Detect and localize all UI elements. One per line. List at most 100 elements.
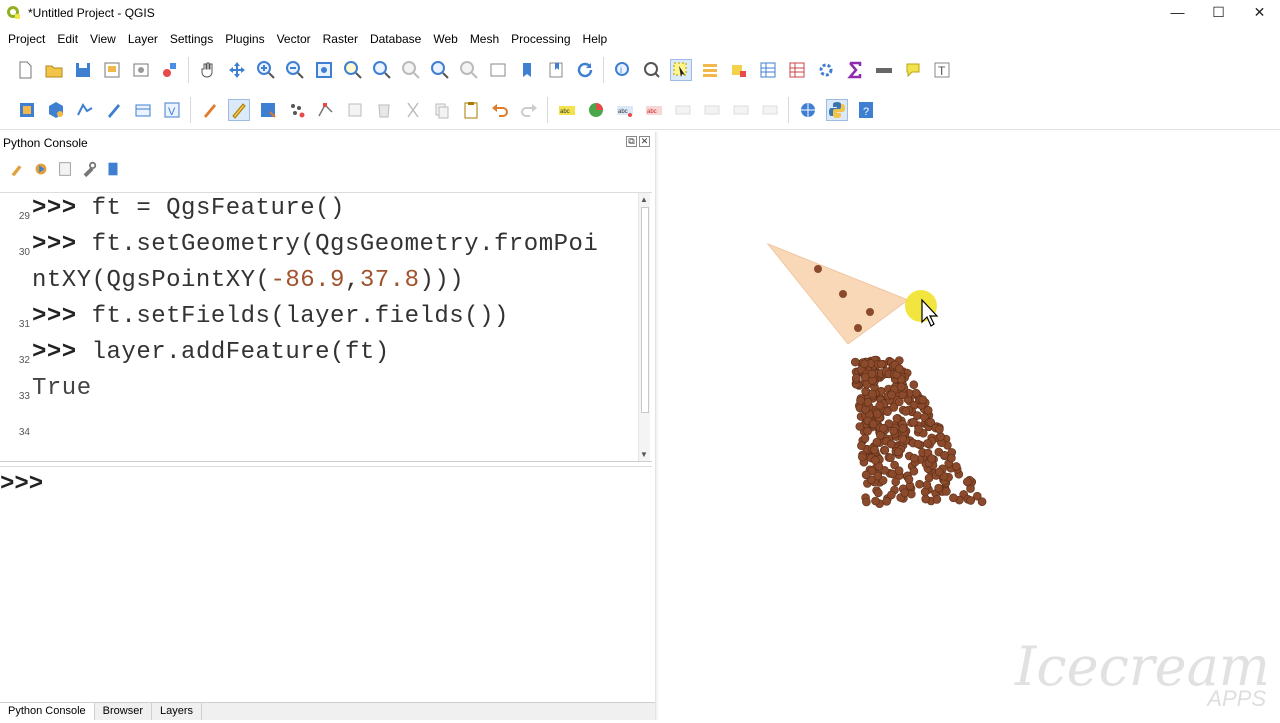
line-number: 33: [18, 391, 30, 402]
deselect-features-icon[interactable]: [728, 59, 750, 81]
new-map-view-icon[interactable]: [487, 59, 509, 81]
menu-database[interactable]: Database: [362, 32, 421, 46]
zoom-next-icon[interactable]: [458, 59, 480, 81]
new-spatialite-layer-icon[interactable]: [103, 99, 125, 121]
refresh-icon[interactable]: [574, 59, 596, 81]
copy-features-icon[interactable]: [431, 99, 453, 121]
zoom-in-icon[interactable]: [255, 59, 277, 81]
bookmark-icon[interactable]: [516, 59, 538, 81]
delete-selected-icon[interactable]: [373, 99, 395, 121]
new-temporary-layer-icon[interactable]: [132, 99, 154, 121]
code-number: -86.9: [270, 267, 345, 294]
layer-diagram-icon[interactable]: [585, 99, 607, 121]
menu-web[interactable]: Web: [425, 32, 457, 46]
zoom-to-layer-icon[interactable]: [371, 59, 393, 81]
scroll-down-icon[interactable]: ▼: [640, 450, 648, 459]
pan-map-icon[interactable]: [197, 59, 219, 81]
console-output[interactable]: 29 >>> ft = QgsFeature() 30 >>> ft.setGe…: [0, 192, 652, 462]
menu-view[interactable]: View: [82, 32, 116, 46]
scroll-up-icon[interactable]: ▲: [640, 195, 648, 204]
menu-mesh[interactable]: Mesh: [462, 32, 499, 46]
change-label-icon[interactable]: [759, 99, 781, 121]
menu-project[interactable]: Project: [0, 32, 45, 46]
measure-line-icon[interactable]: [873, 59, 895, 81]
show-editor-icon[interactable]: [56, 160, 74, 178]
new-geopackage-layer-icon[interactable]: [45, 99, 67, 121]
menu-raster[interactable]: Raster: [315, 32, 358, 46]
run-command-icon[interactable]: [32, 160, 50, 178]
run-feature-action-icon[interactable]: [641, 59, 663, 81]
vertex-tool-icon[interactable]: [315, 99, 337, 121]
cut-features-icon[interactable]: [402, 99, 424, 121]
pan-to-selection-icon[interactable]: [226, 59, 248, 81]
zoom-native-icon[interactable]: [400, 59, 422, 81]
close-panel-button[interactable]: ✕: [639, 136, 650, 147]
new-project-icon[interactable]: [14, 59, 36, 81]
rotate-label-icon[interactable]: [730, 99, 752, 121]
console-options-icon[interactable]: [80, 160, 98, 178]
add-point-feature-icon[interactable]: [286, 99, 308, 121]
highlight-pinned-labels-icon[interactable]: abc: [614, 99, 636, 121]
paste-features-icon[interactable]: [460, 99, 482, 121]
text-annotation-icon[interactable]: T: [931, 59, 953, 81]
open-project-icon[interactable]: [43, 59, 65, 81]
show-hide-labels-icon[interactable]: [672, 99, 694, 121]
menu-plugins[interactable]: Plugins: [217, 32, 264, 46]
menu-processing[interactable]: Processing: [503, 32, 570, 46]
new-virtual-layer-icon[interactable]: V: [161, 99, 183, 121]
line-number: 32: [18, 355, 30, 366]
clear-console-icon[interactable]: [8, 160, 26, 178]
save-layer-edits-icon[interactable]: [257, 99, 279, 121]
redo-icon[interactable]: [518, 99, 540, 121]
code-text: ft.setFields(layer.fields()): [76, 303, 509, 330]
console-help-icon[interactable]: [104, 160, 122, 178]
new-print-layout-icon[interactable]: [101, 59, 123, 81]
menu-vector[interactable]: Vector: [269, 32, 311, 46]
select-features-icon[interactable]: [669, 59, 692, 81]
menu-layer[interactable]: Layer: [120, 32, 158, 46]
console-input[interactable]: >>>: [0, 466, 652, 698]
help-icon[interactable]: ?: [855, 99, 877, 121]
python-console-icon[interactable]: [825, 98, 848, 121]
map-tips-icon[interactable]: [902, 59, 924, 81]
zoom-out-icon[interactable]: [284, 59, 306, 81]
field-calculator-icon[interactable]: [786, 59, 808, 81]
undo-icon[interactable]: [489, 99, 511, 121]
zoom-last-icon[interactable]: [429, 59, 451, 81]
layout-manager-icon[interactable]: [130, 59, 152, 81]
menu-settings[interactable]: Settings: [162, 32, 213, 46]
qgis-logo-icon: [7, 6, 20, 19]
open-attribute-table-icon[interactable]: [699, 59, 721, 81]
tab-python-console[interactable]: Python Console: [0, 703, 95, 720]
attribute-table-icon[interactable]: [757, 59, 779, 81]
pin-labels-icon[interactable]: abc: [643, 99, 665, 121]
style-manager-icon[interactable]: [159, 59, 181, 81]
globe-plugin-icon[interactable]: [797, 99, 819, 121]
zoom-to-selection-icon[interactable]: [342, 59, 364, 81]
identify-features-icon[interactable]: i: [612, 59, 634, 81]
zoom-full-icon[interactable]: [313, 59, 335, 81]
current-edits-icon[interactable]: [199, 99, 221, 121]
statistics-sigma-icon[interactable]: [844, 59, 866, 81]
scrollbar-thumb[interactable]: [641, 207, 649, 413]
map-canvas[interactable]: Icecream APPS: [658, 132, 1280, 720]
console-scrollbar[interactable]: ▲ ▼: [638, 193, 650, 461]
show-bookmarks-icon[interactable]: [545, 59, 567, 81]
menu-help[interactable]: Help: [575, 32, 608, 46]
maximize-button[interactable]: ☐: [1198, 0, 1239, 24]
new-shapefile-layer-icon[interactable]: [74, 99, 96, 121]
close-button[interactable]: ✕: [1239, 0, 1280, 24]
tab-layers[interactable]: Layers: [152, 703, 203, 720]
data-source-manager-icon[interactable]: [16, 99, 38, 121]
modify-attributes-icon[interactable]: [344, 99, 366, 121]
save-project-icon[interactable]: [72, 59, 94, 81]
layer-labeling-icon[interactable]: abc: [556, 99, 578, 121]
toggle-editing-icon[interactable]: [227, 98, 250, 121]
tab-browser[interactable]: Browser: [95, 703, 153, 720]
float-panel-button[interactable]: ⧉: [626, 136, 637, 147]
menu-edit[interactable]: Edit: [49, 32, 78, 46]
move-label-icon[interactable]: [701, 99, 723, 121]
triangle-polygon-feature: [766, 242, 910, 345]
toolbox-icon[interactable]: [815, 59, 837, 81]
minimize-button[interactable]: —: [1157, 0, 1198, 24]
